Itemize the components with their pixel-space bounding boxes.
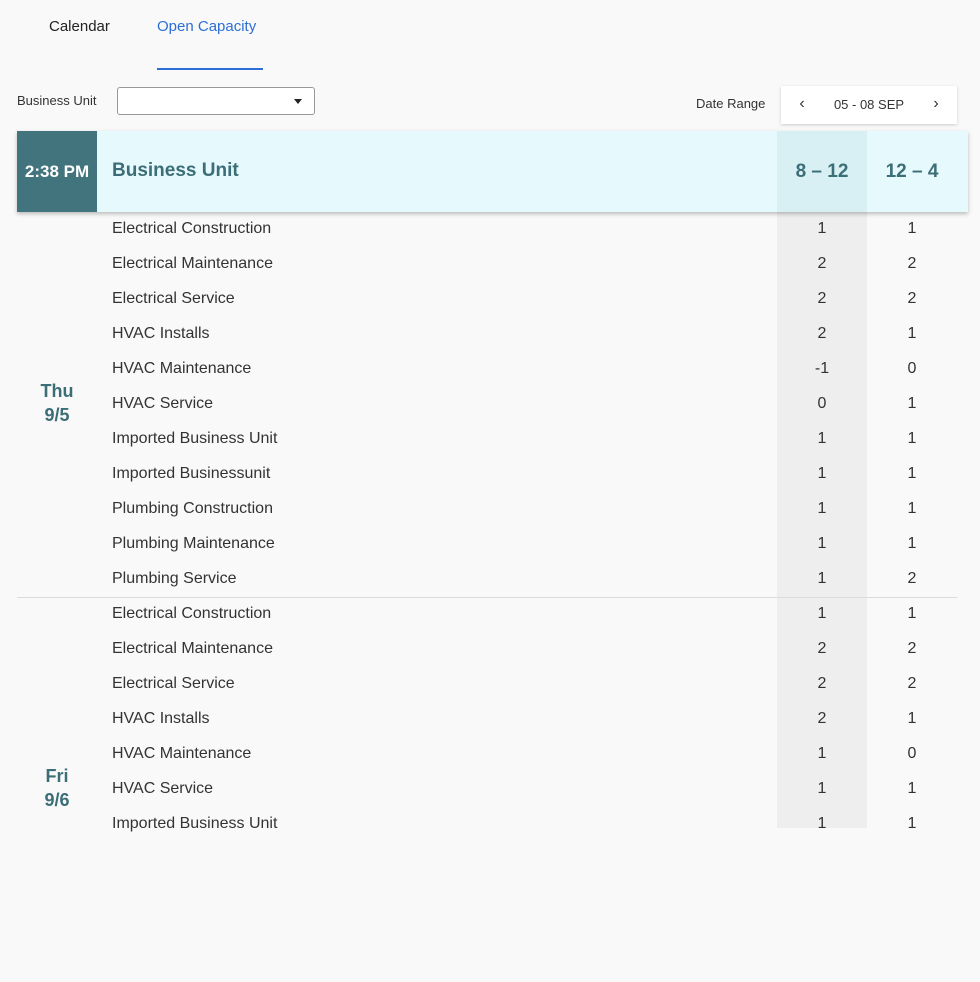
slot-12-4-value: 1 [907,710,917,727]
table-row: Electrical Construction 1 1 [0,212,980,247]
slot-12-4-header: 12 – 4 [885,160,939,182]
table-row: HVAC Maintenance -1 0 [0,352,980,387]
slot-12-4-value: 2 [907,255,917,272]
slot-8-12-value: 1 [817,745,827,762]
active-tab-indicator [157,68,263,70]
table-row: Imported Business Unit 1 1 [0,422,980,457]
business-unit-name: Plumbing Service [112,570,237,587]
date-range-picker: ‹ 05 - 08 SEP › [781,86,957,124]
slot-8-12-value: 1 [817,535,827,552]
table-row: HVAC Service 0 1 [0,387,980,422]
business-unit-name: Electrical Construction [112,220,272,237]
table-row: Plumbing Construction 1 1 [0,492,980,527]
slot-12-4-value: 1 [907,395,917,412]
business-unit-name: Plumbing Construction [112,500,273,517]
slot-12-4-value: 2 [907,570,917,587]
table-row: Electrical Service 2 2 [0,667,980,702]
business-unit-name: HVAC Maintenance [112,360,252,377]
table-row: Electrical Maintenance 2 2 [0,632,980,667]
table-row: HVAC Maintenance 1 0 [0,737,980,772]
table-row: HVAC Installs 2 1 [0,317,980,352]
slot-8-12-value: -1 [814,360,830,377]
current-time: 2:38 PM [17,131,97,212]
business-unit-name: Electrical Maintenance [112,255,273,272]
business-unit-name: Electrical Service [112,675,235,692]
business-unit-name: Electrical Maintenance [112,640,273,657]
table-row: Plumbing Maintenance 1 1 [0,527,980,562]
slot-12-4-value: 2 [907,675,917,692]
table-row: Electrical Maintenance 2 2 [0,247,980,282]
slot-12-4-value: 1 [907,220,917,237]
slot-8-12-value: 1 [817,815,827,832]
capacity-table-body: Thu 9/5 Electrical Construction 1 1 Electr… [0,212,980,982]
slot-12-4-value: 1 [907,780,917,797]
table-row: Electrical Service 2 2 [0,282,980,317]
business-unit-name: HVAC Installs [112,710,210,727]
slot-8-12-value: 2 [817,710,827,727]
slot-12-4-value: 2 [907,640,917,657]
slot-12-4-value: 1 [907,325,917,342]
table-row: Plumbing Service 1 2 [0,562,980,597]
slot-12-4-value: 1 [907,500,917,517]
slot-8-12-value: 1 [817,780,827,797]
tab-open-capacity[interactable]: Open Capacity [157,18,256,35]
slot-12-4-value: 1 [907,815,917,832]
business-unit-label: Business Unit [17,93,97,108]
day-group: Thu 9/5 Electrical Construction 1 1 Electr… [0,212,980,598]
chevron-right-icon[interactable]: › [929,95,943,113]
caret-down-icon [294,99,302,104]
business-unit-name: HVAC Maintenance [112,745,252,762]
slot-12-4-value: 1 [907,605,917,622]
slot-8-12-header: 8 – 12 [777,131,867,212]
slot-8-12-value: 2 [817,255,827,272]
slot-12-4-value: 0 [907,360,917,377]
table-row: HVAC Installs 2 1 [0,702,980,737]
business-unit-name: Electrical Construction [112,605,272,622]
slot-8-12-value: 2 [817,325,827,342]
table-row: Imported Business Unit 1 1 [0,807,980,842]
business-unit-column-header: Business Unit [112,160,239,181]
table-header: 2:38 PM Business Unit 8 – 12 12 – 4 [17,131,968,212]
slot-12-4-value: 1 [907,535,917,552]
business-unit-name: Electrical Service [112,290,235,307]
slot-12-4-value: 0 [907,745,917,762]
business-unit-name: HVAC Installs [112,325,210,342]
business-unit-select[interactable] [117,87,315,115]
tab-calendar[interactable]: Calendar [49,18,110,35]
tab-bar: Calendar Open Capacity [0,0,980,70]
table-row: Imported Businessunit 1 1 [0,457,980,492]
slot-12-4-value: 1 [907,465,917,482]
table-row: Electrical Construction 1 1 [0,597,980,632]
slot-8-12-value: 1 [817,220,827,237]
slot-8-12-value: 0 [817,395,827,412]
slot-8-12-value: 1 [817,605,827,622]
slot-8-12-value: 1 [817,430,827,447]
slot-8-12-value: 1 [817,500,827,517]
business-unit-name: HVAC Service [112,395,214,412]
slot-8-12-value: 1 [817,465,827,482]
slot-8-12-value: 1 [817,570,827,587]
business-unit-name: Imported Businessunit [112,465,271,482]
slot-8-12-value: 2 [817,640,827,657]
business-unit-name: Plumbing Maintenance [112,535,275,552]
slot-8-12-value: 2 [817,290,827,307]
table-row: HVAC Service 1 1 [0,772,980,807]
slot-12-4-value: 1 [907,430,917,447]
business-unit-name: Imported Business Unit [112,430,278,447]
slot-8-12-value: 2 [817,675,827,692]
business-unit-name: HVAC Service [112,780,214,797]
day-group: Fri 9/6 Electrical Construction 1 1 Electr… [0,597,980,982]
slot-12-4-value: 2 [907,290,917,307]
date-range-label: Date Range [696,96,766,111]
business-unit-name: Imported Business Unit [112,815,278,832]
